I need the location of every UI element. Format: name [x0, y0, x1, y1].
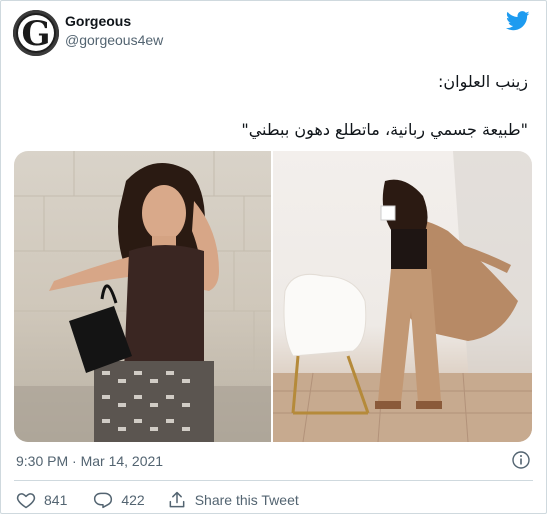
info-icon[interactable] — [512, 451, 530, 469]
photo-2-illustration — [273, 151, 532, 442]
twitter-bird-icon[interactable] — [506, 11, 530, 31]
tweet-media — [14, 151, 532, 442]
reply-button[interactable]: 422 — [93, 490, 145, 510]
media-photo-1[interactable] — [14, 151, 271, 442]
avatar-letter: G — [21, 14, 51, 54]
reply-icon — [94, 492, 113, 509]
share-button[interactable]: Share this Tweet — [167, 490, 299, 510]
reply-count: 422 — [121, 492, 145, 508]
tweet-header: G Gorgeous @gorgeous4ew — [13, 10, 163, 56]
author-handle[interactable]: @gorgeous4ew — [65, 32, 163, 48]
media-photo-2[interactable] — [273, 151, 532, 442]
tweet-text-line-1: زينب العلوان: — [438, 72, 528, 91]
author-names: Gorgeous @gorgeous4ew — [65, 13, 163, 48]
tweet-card[interactable]: G Gorgeous @gorgeous4ew زينب العلوان: "ط… — [0, 0, 547, 514]
tweet-text-line-2: "طبيعة جسمي ربانية، ماتطلع دهون ببطني" — [241, 120, 528, 139]
share-icon — [169, 491, 185, 508]
divider — [14, 480, 533, 481]
author-display-name[interactable]: Gorgeous — [65, 13, 163, 29]
tweet-actions: 841 422 Share this Tweet — [16, 490, 299, 510]
like-button[interactable]: 841 — [16, 490, 67, 510]
share-label: Share this Tweet — [194, 492, 299, 508]
heart-icon — [16, 493, 36, 509]
photo-1-illustration — [14, 151, 271, 442]
avatar-ring: G — [18, 15, 54, 51]
tweet-timestamp[interactable]: 9:30 PM · Mar 14, 2021 — [16, 453, 163, 469]
like-count: 841 — [44, 492, 68, 508]
avatar[interactable]: G — [13, 10, 59, 56]
